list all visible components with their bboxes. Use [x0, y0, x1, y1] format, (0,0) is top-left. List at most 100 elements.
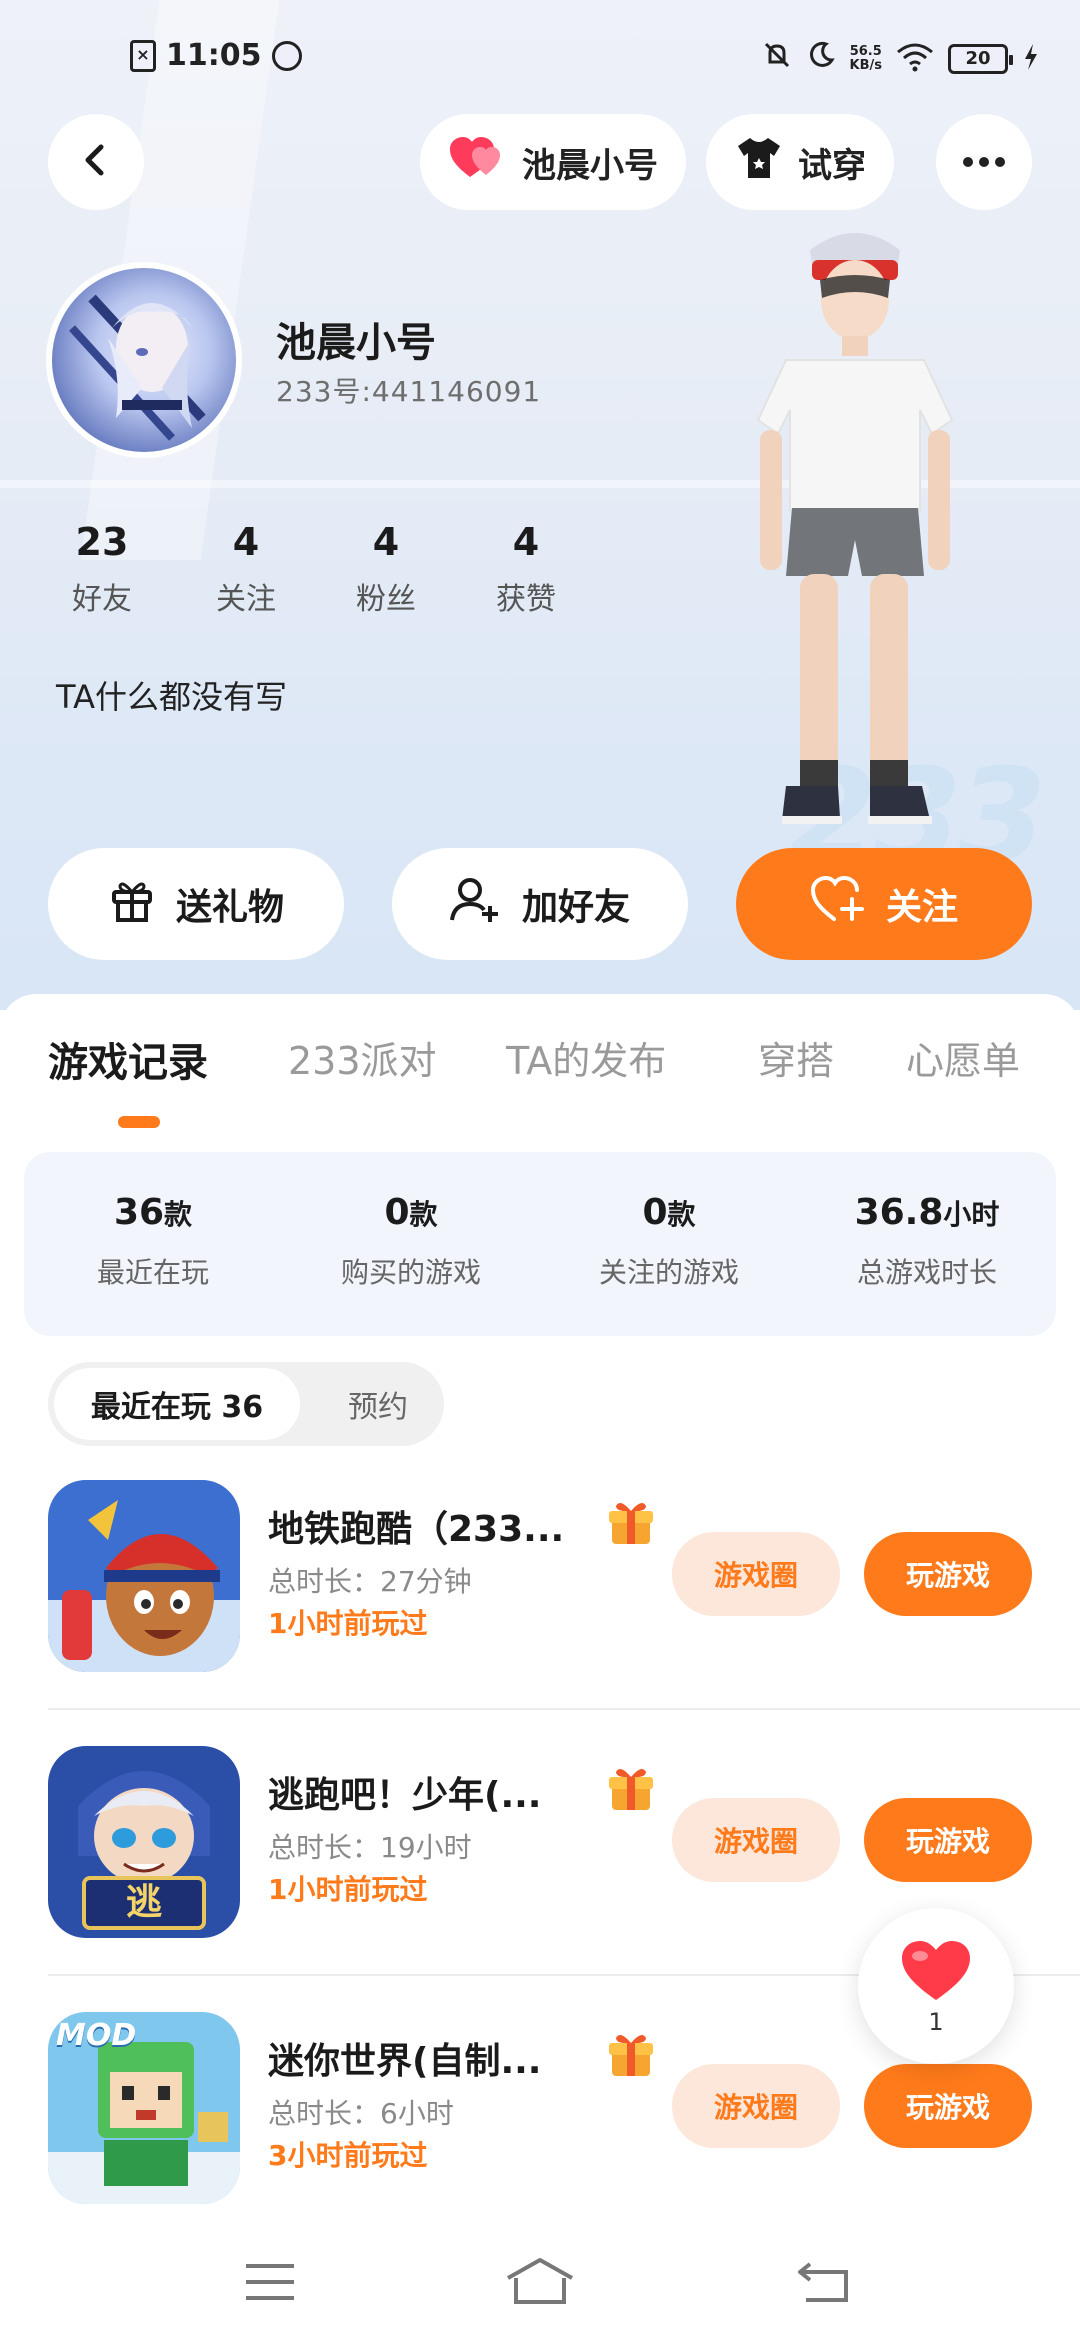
tab-233-party[interactable]: 233派对: [288, 1030, 437, 1085]
account-switch-pill[interactable]: 池晨小号: [420, 114, 686, 210]
stat-likes[interactable]: 4 获赞: [466, 520, 586, 618]
status-bar-left: × 11:05: [130, 38, 302, 73]
game-icon-subway-surfers[interactable]: [48, 1480, 240, 1672]
profile-bio: TA什么都没有写: [56, 678, 287, 716]
summary-label: 关注的游戏: [598, 1256, 739, 1289]
mute-bell-icon: [762, 40, 792, 78]
stat-label: 获赞: [496, 582, 556, 617]
sim-off-icon: ×: [130, 39, 156, 72]
home-icon[interactable]: [506, 2256, 574, 2310]
game-circle-button[interactable]: 游戏圈: [672, 1798, 840, 1882]
summary-value: 0款: [540, 1192, 798, 1233]
network-speed-value: 56.5: [849, 44, 882, 59]
send-gift-label: 送礼物: [175, 887, 284, 928]
game-title: 迷你世界(自制...: [268, 2041, 542, 2082]
game-circle-button[interactable]: 游戏圈: [672, 2064, 840, 2148]
list-divider: [48, 1708, 1080, 1710]
game-summary-card: 36款 最近在玩 0款 购买的游戏 0款 关注的游戏 36.8小时 总游戏时长: [24, 1152, 1056, 1336]
game-circle-button[interactable]: 游戏圈: [672, 1532, 840, 1616]
summary-recent[interactable]: 36款 最近在玩: [24, 1192, 282, 1291]
play-game-button[interactable]: 玩游戏: [864, 2064, 1032, 2148]
add-friend-label: 加好友: [521, 887, 630, 928]
battery-indicator: 20: [948, 44, 1013, 74]
try-on-button[interactable]: 试穿: [706, 114, 894, 210]
stat-label: 关注: [216, 582, 276, 617]
summary-label: 总游戏时长: [856, 1256, 997, 1289]
summary-followed[interactable]: 0款 关注的游戏: [540, 1192, 798, 1291]
avatar-character-3d[interactable]: [720, 220, 990, 840]
add-user-icon: [449, 876, 502, 933]
summary-unit: 款: [409, 1198, 438, 1231]
like-count: 1: [928, 2008, 944, 2036]
game-icon-escape-boy[interactable]: 逃: [48, 1746, 240, 1938]
add-friend-button[interactable]: 加好友: [392, 848, 688, 960]
summary-unit: 款: [164, 1198, 193, 1231]
summary-number: 0: [642, 1192, 668, 1233]
more-dot: [995, 157, 1005, 167]
summary-label: 最近在玩: [96, 1256, 209, 1289]
heart-plus-icon: [810, 875, 866, 934]
stat-friends[interactable]: 23 好友: [42, 520, 162, 618]
user-avatar[interactable]: [46, 262, 242, 458]
heart-icon: [898, 1938, 974, 2008]
tab-ta-posts[interactable]: TA的发布: [506, 1030, 666, 1085]
back-button[interactable]: [48, 114, 144, 210]
more-button[interactable]: [936, 114, 1032, 210]
back-nav-icon[interactable]: [796, 2260, 852, 2308]
send-gift-button[interactable]: 送礼物: [48, 848, 344, 960]
status-time: 11:05: [166, 38, 262, 73]
profile-nickname: 池晨小号: [276, 320, 436, 366]
try-on-label: 试穿: [798, 145, 866, 186]
network-speed-unit: KB/s: [849, 58, 882, 73]
play-game-button[interactable]: 玩游戏: [864, 1798, 1032, 1882]
stat-following[interactable]: 4 关注: [186, 520, 306, 618]
stat-value: 4: [372, 520, 400, 564]
gift-box-icon[interactable]: [606, 1498, 656, 1552]
summary-number: 36.8: [854, 1192, 944, 1233]
tab-game-records[interactable]: 游戏记录: [48, 1030, 208, 1088]
sync-icon: [271, 40, 302, 71]
summary-value: 0款: [282, 1192, 540, 1233]
like-floating-button[interactable]: 1: [858, 1908, 1014, 2064]
stat-label: 粉丝: [356, 582, 416, 617]
menu-icon[interactable]: [244, 2260, 296, 2308]
account-pill-label: 池晨小号: [522, 145, 658, 186]
summary-total-time[interactable]: 36.8小时 总游戏时长: [798, 1192, 1056, 1291]
tab-outfits[interactable]: 穿搭: [758, 1030, 834, 1085]
system-navigation-bar: [0, 2230, 1080, 2340]
tab-wishlist[interactable]: 心愿单: [906, 1030, 1020, 1085]
game-icon-badge-text: 逃: [125, 1882, 162, 1923]
tshirt-icon: [734, 136, 784, 189]
charging-icon: [1022, 42, 1040, 76]
segment-reserve[interactable]: 预约: [324, 1368, 432, 1440]
list-item[interactable]: 地铁跑酷（233... 总时长：27分钟 1小时前玩过 游戏圈 玩游戏: [0, 1480, 1080, 1746]
active-tab-indicator: [118, 1116, 160, 1128]
gift-icon: [108, 876, 156, 933]
summary-number: 0: [384, 1192, 410, 1233]
status-bar-right: 56.5 KB/s 20: [762, 40, 1040, 78]
gift-box-icon[interactable]: [606, 1764, 656, 1818]
game-last-played: 3小时前玩过: [268, 2139, 428, 2172]
stat-value: 4: [512, 520, 540, 564]
play-game-button[interactable]: 玩游戏: [864, 1532, 1032, 1616]
segment-recent-playing[interactable]: 最近在玩 36: [54, 1368, 300, 1440]
wifi-icon: [896, 42, 934, 76]
gift-box-icon[interactable]: [606, 2030, 656, 2084]
stat-value: 23: [75, 520, 129, 564]
stat-fans[interactable]: 4 粉丝: [326, 520, 446, 618]
profile-tabs: 游戏记录 233派对 TA的发布 穿搭 心愿单: [0, 1030, 1080, 1120]
profile-uid[interactable]: 233号:441146091: [276, 370, 541, 410]
summary-purchased[interactable]: 0款 购买的游戏: [282, 1192, 540, 1291]
game-duration: 总时长：27分钟: [268, 1565, 472, 1598]
follow-button[interactable]: 关注: [736, 848, 1032, 960]
game-title: 地铁跑酷（233...: [268, 1509, 565, 1550]
game-icon-mini-world[interactable]: MOD: [48, 2012, 240, 2204]
game-last-played: 1小时前玩过: [268, 1873, 428, 1906]
summary-value: 36款: [24, 1192, 282, 1233]
recent-reserve-segment: 最近在玩 36 预约: [48, 1362, 444, 1446]
chevron-left-icon: [78, 142, 114, 182]
game-title: 逃跑吧！少年(...: [268, 1775, 542, 1816]
game-last-played: 1小时前玩过: [268, 1607, 428, 1640]
game-icon-mod-badge: MOD: [56, 2018, 137, 2053]
heart-icon: [448, 135, 508, 190]
